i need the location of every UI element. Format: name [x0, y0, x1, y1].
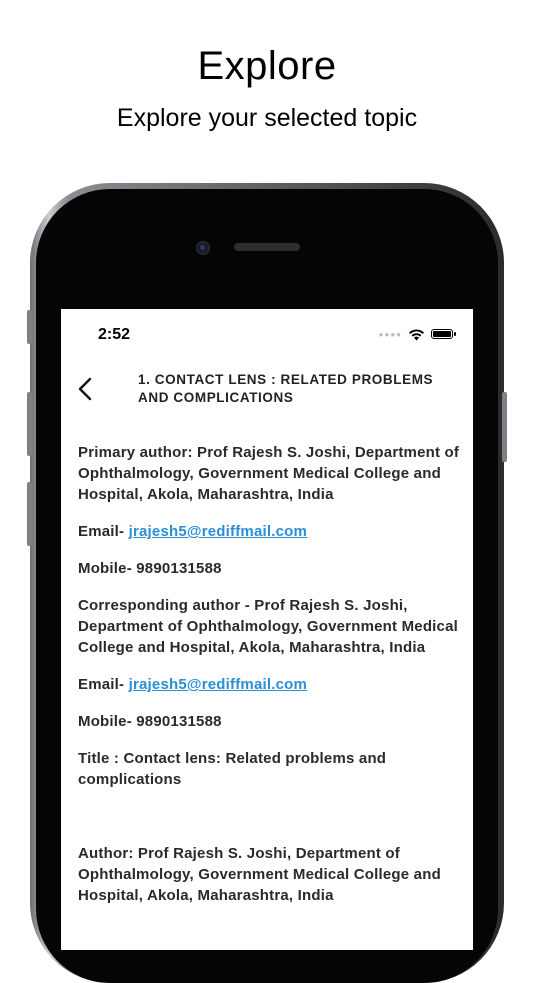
phone-mute-switch	[27, 310, 32, 344]
app-screen: 2:52 ●●●● 1. CONTACT LENS : RELATED PROB…	[61, 309, 473, 950]
email-line-2: Email- jrajesh5@rediffmail.com	[78, 674, 462, 695]
nav-title: 1. CONTACT LENS : RELATED PROBLEMS AND C…	[138, 372, 434, 405]
front-camera	[196, 241, 210, 255]
email-line-1: Email- jrajesh5@rediffmail.com	[78, 521, 462, 542]
phone-volume-down	[27, 482, 32, 546]
article-title-text: Title : Contact lens: Related problems a…	[78, 750, 387, 788]
email-link[interactable]: jrajesh5@rediffmail.com	[129, 523, 307, 540]
phone-volume-up	[27, 392, 32, 456]
battery-icon	[431, 329, 456, 339]
status-icons: ●●●●	[378, 327, 456, 341]
author-text: Author: Prof Rajesh S. Joshi, Department…	[78, 845, 441, 904]
wifi-icon	[409, 328, 424, 340]
back-button[interactable]	[75, 375, 99, 403]
promo-title: Explore	[197, 44, 337, 88]
corresponding-author-text: Corresponding author - Prof Rajesh S. Jo…	[78, 597, 458, 656]
signal-dots-icon: ●●●●	[378, 329, 402, 339]
email-label: Email-	[78, 523, 129, 540]
article-content: Primary author: Prof Rajesh S. Joshi, De…	[78, 442, 462, 922]
mobile-line-1: Mobile- 9890131588	[78, 560, 222, 577]
promo-subtitle: Explore your selected topic	[116, 104, 418, 132]
email-label: Email-	[78, 676, 129, 693]
status-time: 2:52	[98, 326, 131, 343]
chevron-left-icon	[78, 377, 92, 401]
earpiece-speaker	[234, 243, 300, 251]
phone-power-button	[502, 392, 507, 462]
email-link[interactable]: jrajesh5@rediffmail.com	[129, 676, 307, 693]
primary-author-text: Primary author: Prof Rajesh S. Joshi, De…	[78, 444, 460, 503]
mobile-line-2: Mobile- 9890131588	[78, 713, 222, 730]
